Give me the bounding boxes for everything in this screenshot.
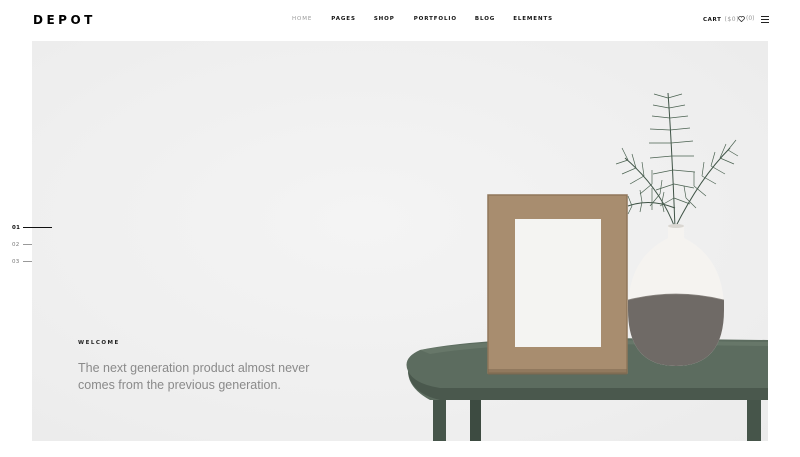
main-nav: HOME PAGES SHOP PORTFOLIO BLOG ELEMENTS (292, 16, 553, 22)
picture-frame-inner (515, 219, 601, 347)
slide-dot-1[interactable]: 01 (12, 219, 52, 236)
hero-product-image (406, 92, 768, 441)
logo[interactable]: DEPOT (33, 13, 96, 27)
nav-item-blog[interactable]: BLOG (475, 16, 495, 22)
wishlist-link[interactable]: (0) (738, 15, 755, 22)
hamburger-menu-icon[interactable] (761, 16, 769, 23)
wishlist-count: (0) (746, 15, 755, 22)
nav-item-home[interactable]: HOME (292, 16, 312, 22)
cart-link[interactable]: CART ($0) (703, 16, 739, 23)
slide-number: 03 (12, 258, 20, 265)
pine-needles (615, 93, 739, 215)
slide-indicator-line (23, 261, 32, 262)
frame-shadow (488, 369, 627, 375)
slide-indicator-line (23, 244, 32, 245)
cart-amount: ($0) (724, 16, 740, 23)
hero-eyebrow: WELCOME (78, 340, 120, 346)
nav-item-pages[interactable]: PAGES (331, 16, 356, 22)
nav-item-elements[interactable]: ELEMENTS (513, 16, 553, 22)
site-header: DEPOT HOME PAGES SHOP PORTFOLIO BLOG ELE… (0, 0, 800, 40)
slide-number: 01 (12, 224, 21, 231)
slide-dot-2[interactable]: 02 (12, 236, 52, 253)
slide-indicator-line (23, 227, 52, 228)
slide-dot-3[interactable]: 03 (12, 253, 52, 270)
hero-headline: The next generation product almost never… (78, 361, 310, 392)
heart-icon (738, 15, 745, 22)
cart-label: CART (703, 17, 722, 23)
slide-number: 02 (12, 241, 20, 248)
slider-pagination: 01 02 03 (12, 219, 52, 270)
nav-item-shop[interactable]: SHOP (374, 16, 395, 22)
vase-mouth (668, 224, 684, 228)
nav-item-portfolio[interactable]: PORTFOLIO (414, 16, 457, 22)
